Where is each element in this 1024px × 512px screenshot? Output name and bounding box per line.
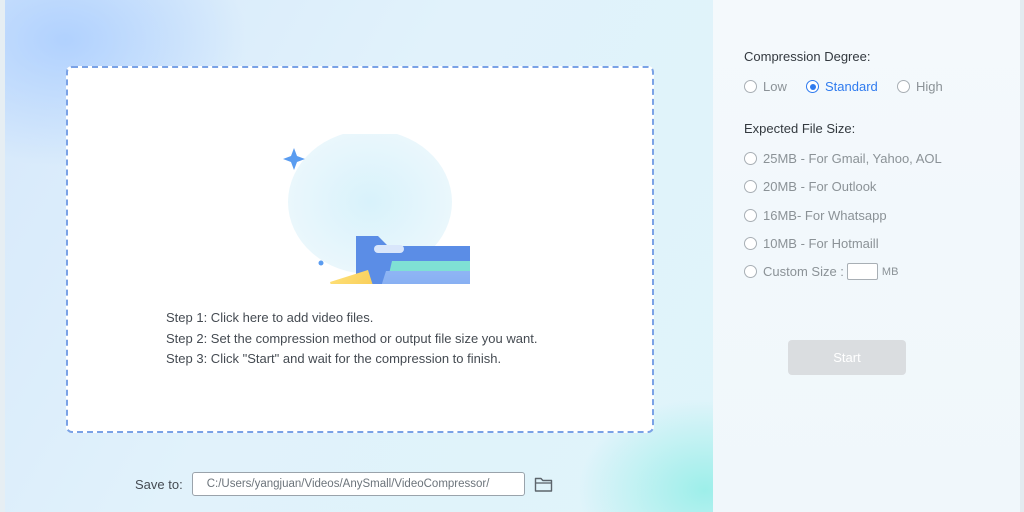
size-option-10mb[interactable]: 10MB - For Hotmaill bbox=[744, 236, 879, 251]
settings-panel bbox=[713, 0, 1024, 512]
radio-custom[interactable] bbox=[744, 265, 757, 278]
radio-high[interactable] bbox=[897, 80, 910, 93]
size-option-20mb[interactable]: 20MB - For Outlook bbox=[744, 179, 876, 194]
expected-file-size-title: Expected File Size: bbox=[744, 121, 856, 136]
size-option-custom[interactable]: Custom Size : MB bbox=[744, 263, 898, 280]
save-to-label: Save to: bbox=[135, 476, 183, 492]
step-1-text: Step 1: Click here to add video files. bbox=[166, 310, 374, 325]
save-to-row: Save to: bbox=[135, 472, 554, 496]
compression-option-label: Low bbox=[763, 79, 787, 94]
radio-10mb[interactable] bbox=[744, 237, 757, 250]
radio-16mb[interactable] bbox=[744, 209, 757, 222]
output-path-input[interactable] bbox=[191, 472, 525, 496]
custom-size-unit: MB bbox=[881, 265, 899, 278]
folder-icon bbox=[534, 477, 552, 492]
compression-option-low[interactable]: Low bbox=[744, 79, 787, 94]
custom-size-input[interactable] bbox=[846, 263, 878, 280]
size-option-label: 16MB- For Whatsapp bbox=[763, 208, 887, 223]
compression-option-label: Standard bbox=[825, 79, 878, 94]
size-option-16mb[interactable]: 16MB- For Whatsapp bbox=[744, 208, 887, 223]
start-button[interactable]: Start bbox=[788, 340, 906, 375]
size-option-label: 20MB - For Outlook bbox=[763, 179, 877, 194]
add-files-drop-zone[interactable]: Step 1: Click here to add video files. S… bbox=[66, 66, 654, 433]
instruction-steps: Step 1: Click here to add video files. S… bbox=[166, 308, 537, 370]
step-2-text: Step 2: Set the compression method or ou… bbox=[166, 330, 538, 346]
step-3-text: Step 3: Click "Start" and wait for the c… bbox=[166, 351, 502, 366]
compression-degree-title: Compression Degree: bbox=[744, 49, 871, 64]
custom-size-label: Custom Size : bbox=[763, 264, 844, 279]
size-option-25mb[interactable]: 25MB - For Gmail, Yahoo, AOL bbox=[744, 151, 942, 166]
compression-option-standard[interactable]: Standard bbox=[806, 79, 878, 94]
radio-low[interactable] bbox=[744, 80, 757, 93]
radio-25mb[interactable] bbox=[744, 152, 757, 165]
radio-standard[interactable] bbox=[806, 80, 819, 93]
size-option-label: 10MB - For Hotmaill bbox=[763, 236, 879, 251]
compression-option-label: High bbox=[916, 79, 943, 94]
radio-20mb[interactable] bbox=[744, 180, 757, 193]
add-video-folder-icon bbox=[283, 134, 470, 284]
browse-folder-button[interactable] bbox=[534, 474, 554, 494]
size-option-label: 25MB - For Gmail, Yahoo, AOL bbox=[763, 151, 942, 166]
left-pane: Step 1: Click here to add video files. S… bbox=[0, 0, 713, 512]
compression-option-high[interactable]: High bbox=[897, 79, 943, 94]
